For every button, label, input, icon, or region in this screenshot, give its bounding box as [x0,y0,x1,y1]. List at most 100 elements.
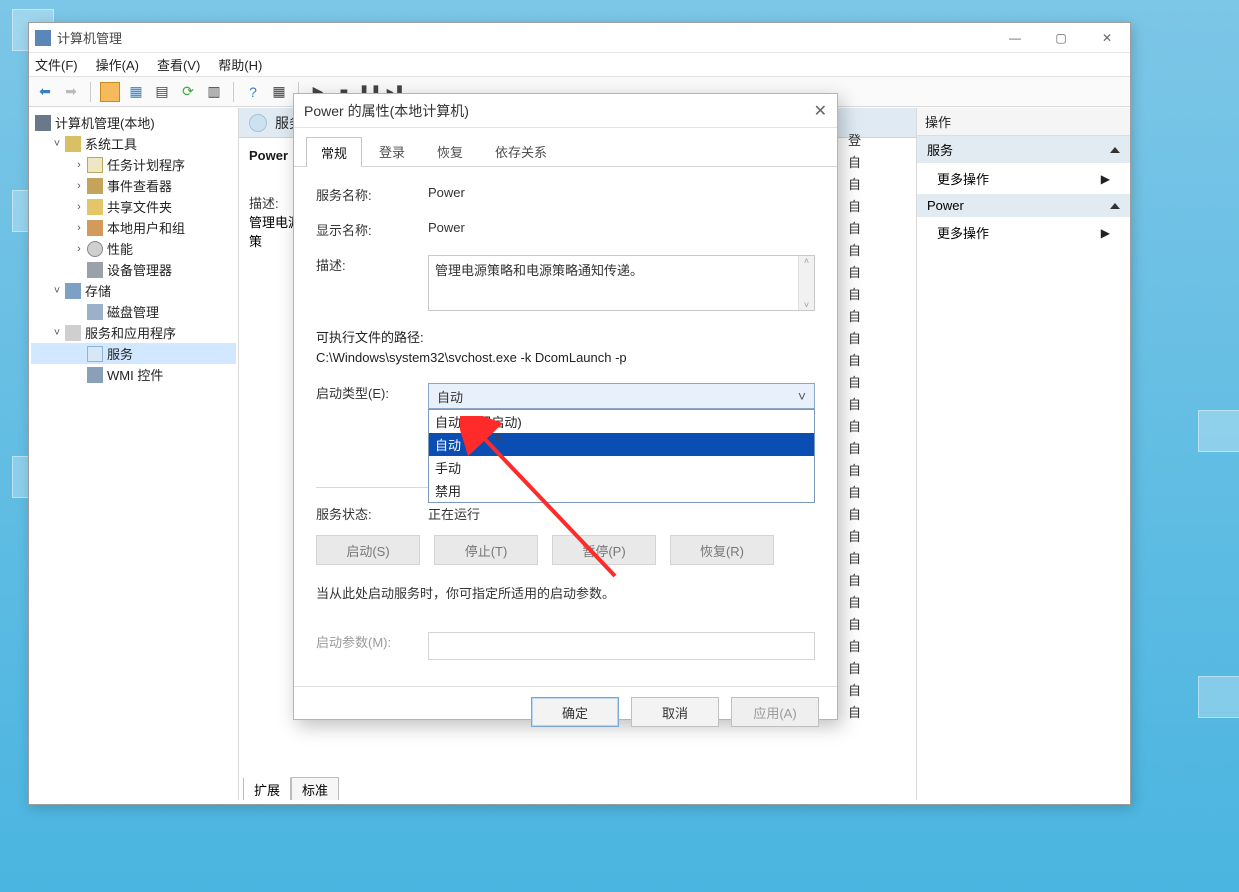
tree-device-manager[interactable]: 设备管理器 [31,259,236,280]
toolbar-separator [233,82,234,102]
tree-services-apps[interactable]: ˅服务和应用程序 [31,322,236,343]
tree-system-tools[interactable]: ˅系统工具 [31,133,236,154]
ok-button[interactable]: 确定 [531,697,619,727]
actions-header: 操作 [917,108,1130,136]
apply-button[interactable]: 应用(A) [731,697,819,727]
close-button[interactable]: ✕ [1084,24,1130,52]
expand-icon[interactable]: › [73,201,85,213]
service-status-label: 服务状态: [316,504,428,523]
tab-standard[interactable]: 标准 [291,777,339,801]
tab-logon[interactable]: 登录 [364,136,420,166]
toolbar-separator [90,82,91,102]
scroll-down-icon[interactable]: ˅ [804,300,809,310]
apps-icon [65,325,81,341]
actions-more-services[interactable]: 更多操作 ▶ [917,163,1130,194]
collapse-icon[interactable]: ˅ [51,138,63,150]
tree-root[interactable]: 计算机管理(本地) [31,112,236,133]
export-list-icon[interactable]: ▤ [152,82,172,102]
stop-button: 停止(T) [434,535,538,565]
description-label: 描述: [316,255,428,274]
menu-action[interactable]: 操作(A) [96,55,139,74]
actions-section-power[interactable]: Power [917,194,1130,217]
expand-icon[interactable]: › [73,159,85,171]
column-logon[interactable]: 登 [848,130,861,152]
chevron-up-icon [1110,147,1120,153]
minimize-button[interactable]: — [992,24,1038,52]
dropdown-option-disabled[interactable]: 禁用 [429,479,814,502]
dropdown-option-manual[interactable]: 手动 [429,456,814,479]
tab-general[interactable]: 常规 [306,137,362,167]
dialog-title: Power 的属性(本地计算机) [304,101,469,121]
wmi-icon [87,367,103,383]
startup-type-label: 启动类型(E): [316,383,428,402]
tree-wmi[interactable]: WMI 控件 [31,364,236,385]
chevron-right-icon: ▶ [1101,226,1110,240]
tree-task-scheduler[interactable]: ›任务计划程序 [31,154,236,175]
actions-section-services[interactable]: 服务 [917,136,1130,163]
expand-icon[interactable]: › [73,243,85,255]
start-params-label: 启动参数(M): [316,632,428,651]
tab-extended[interactable]: 扩展 [243,777,291,801]
back-icon[interactable]: ⬅ [35,82,55,102]
tree-storage[interactable]: ˅存储 [31,280,236,301]
properties-icon[interactable]: ▥ [204,82,224,102]
expand-icon[interactable]: › [73,180,85,192]
tree-event-viewer[interactable]: ›事件查看器 [31,175,236,196]
scrollbar[interactable]: ˄˅ [798,256,814,310]
menu-view[interactable]: 查看(V) [157,55,200,74]
collapse-icon[interactable]: ˅ [51,285,63,297]
startup-type-selected: 自动 [437,387,463,406]
menu-help[interactable]: 帮助(H) [218,55,262,74]
display-name-label: 显示名称: [316,220,428,239]
expand-icon[interactable]: › [73,222,85,234]
dropdown-option-auto[interactable]: 自动 [429,433,814,456]
start-button: 启动(S) [316,535,420,565]
service-name-value: Power [428,185,815,200]
actions-more-power[interactable]: 更多操作 ▶ [917,217,1130,248]
toolbar-icon[interactable]: ▦ [269,82,289,102]
dropdown-option-auto-delayed[interactable]: 自动(延迟启动) [429,410,814,433]
up-folder-icon[interactable] [100,82,120,102]
actions-pane: 操作 服务 更多操作 ▶ Power 更多操作 ▶ [916,108,1130,804]
clock-icon [87,157,103,173]
tree-disk-mgmt[interactable]: 磁盘管理 [31,301,236,322]
desktop-icon[interactable] [1198,676,1239,718]
titlebar[interactable]: 计算机管理 — ▢ ✕ [29,23,1130,53]
tree-local-users[interactable]: ›本地用户和组 [31,217,236,238]
forward-icon[interactable]: ➡ [61,82,81,102]
share-icon [87,199,103,215]
startup-type-dropdown: 自动(延迟启动) 自动 手动 禁用 [428,409,815,503]
service-name-label: 服务名称: [316,185,428,204]
start-params-note: 当从此处启动服务时，你可指定所适用的启动参数。 [316,583,815,602]
tree-shared-folders[interactable]: ›共享文件夹 [31,196,236,217]
dialog-close-button[interactable]: ✕ [814,101,827,121]
tab-recovery[interactable]: 恢复 [422,136,478,166]
display-name-value: Power [428,220,815,235]
collapse-icon[interactable]: ˅ [51,327,63,339]
tree-performance[interactable]: ›性能 [31,238,236,259]
window-title: 计算机管理 [57,28,992,47]
tab-deps[interactable]: 依存关系 [480,136,562,166]
menu-file[interactable]: 文件(F) [35,55,78,74]
gear-icon [249,114,267,132]
exe-path-value: C:\Windows\system32\svchost.exe -k DcomL… [316,350,815,365]
dialog-titlebar[interactable]: Power 的属性(本地计算机) ✕ [294,94,837,128]
maximize-button[interactable]: ▢ [1038,24,1084,52]
refresh-icon[interactable]: ⟳ [178,82,198,102]
scroll-up-icon[interactable]: ˄ [804,256,809,266]
disk-icon [87,304,103,320]
resume-button: 恢复(R) [670,535,774,565]
app-icon [35,30,51,46]
help-icon[interactable]: ? [243,82,263,102]
bottom-tabs: 扩展 标准 [243,776,339,800]
menubar: 文件(F) 操作(A) 查看(V) 帮助(H) [29,53,1130,77]
dialog-tabs: 常规 登录 恢复 依存关系 [294,128,837,167]
startup-type-combo[interactable]: 自动 ˅ 自动(延迟启动) 自动 手动 禁用 [428,383,815,409]
show-hide-tree-icon[interactable]: ▦ [126,82,146,102]
chevron-up-icon [1110,203,1120,209]
tree-services[interactable]: 服务 [31,343,236,364]
exe-path-label: 可执行文件的路径: [316,327,815,346]
description-textbox[interactable]: 管理电源策略和电源策略通知传递。 ˄˅ [428,255,815,311]
desktop-icon[interactable] [1198,410,1239,452]
cancel-button[interactable]: 取消 [631,697,719,727]
